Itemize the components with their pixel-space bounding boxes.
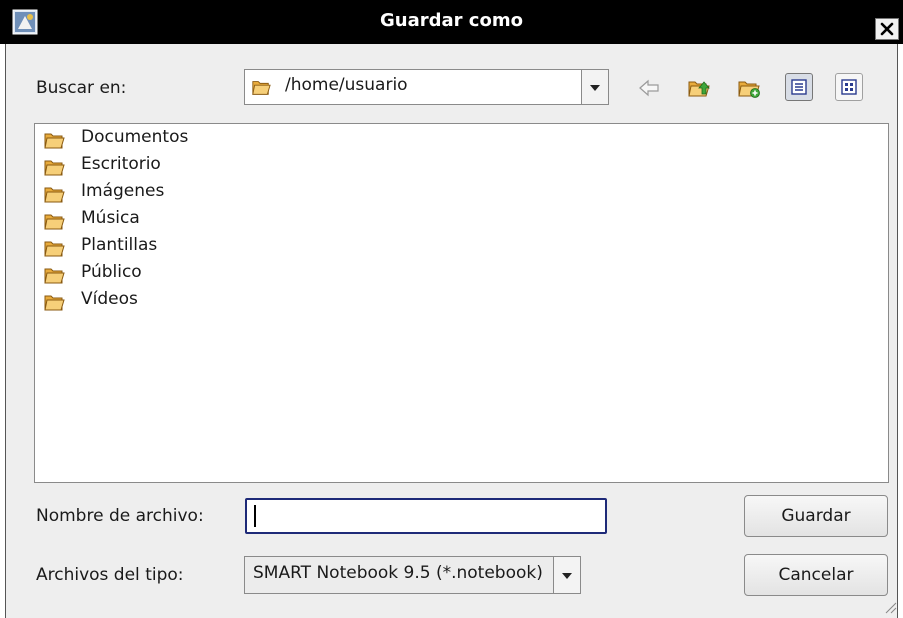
folder-icon: [44, 187, 65, 203]
save-as-dialog: Guardar como Buscar en: /home/usuario Do…: [0, 0, 903, 618]
file-list[interactable]: Documentos Escritorio Imágenes Música Planti…: [34, 123, 889, 483]
filename-input[interactable]: [245, 498, 607, 534]
list-view-button[interactable]: [785, 73, 813, 101]
chevron-down-icon: [590, 85, 600, 91]
text-caret: [254, 505, 256, 527]
folder-icon: [44, 241, 65, 257]
title-bar[interactable]: Guardar como: [0, 0, 903, 44]
close-button[interactable]: [875, 18, 899, 40]
file-name: Vídeos: [81, 289, 138, 309]
folder-icon: [44, 133, 65, 149]
folder-icon: [44, 295, 65, 311]
filetype-label: Archivos del tipo:: [36, 565, 184, 585]
filename-label: Nombre de archivo:: [36, 506, 204, 526]
file-name: Música: [81, 208, 140, 228]
cancel-button[interactable]: Cancelar: [744, 554, 888, 596]
location-combobox[interactable]: /home/usuario: [244, 69, 609, 105]
file-name: Escritorio: [81, 154, 161, 174]
file-name: Público: [81, 262, 142, 282]
new-folder-icon[interactable]: [737, 76, 761, 100]
location-label: Buscar en:: [36, 78, 127, 98]
icon-view-icon: [841, 79, 857, 95]
chevron-down-icon: [562, 573, 572, 579]
window-border-left: [0, 44, 6, 618]
filetype-dropdown-button[interactable]: [553, 557, 580, 593]
window-border-right: [897, 44, 903, 618]
file-name: Plantillas: [81, 235, 158, 255]
location-value: /home/usuario: [285, 75, 408, 95]
folder-icon: [252, 81, 271, 95]
back-arrow-icon[interactable]: [637, 76, 661, 100]
file-name: Documentos: [81, 127, 189, 147]
folder-icon: [44, 214, 65, 230]
location-dropdown-button[interactable]: [581, 70, 608, 104]
folder-icon: [44, 160, 65, 176]
filetype-combobox[interactable]: SMART Notebook 9.5 (*.notebook): [244, 556, 581, 594]
folder-up-icon[interactable]: [687, 76, 711, 100]
file-name: Imágenes: [81, 181, 165, 201]
close-icon: [880, 22, 894, 36]
folder-icon: [44, 268, 65, 284]
list-view-icon: [791, 79, 807, 95]
icon-view-button[interactable]: [835, 73, 863, 101]
resize-grip-icon[interactable]: [883, 600, 897, 614]
dialog-title: Guardar como: [380, 10, 523, 31]
save-button[interactable]: Guardar: [744, 495, 888, 537]
filetype-value: SMART Notebook 9.5 (*.notebook): [253, 563, 543, 583]
